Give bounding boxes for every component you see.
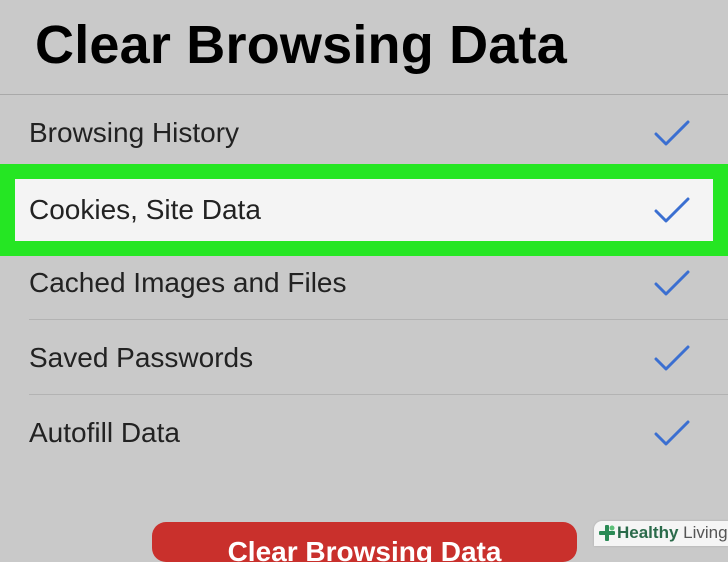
watermark-logo: Healthy Living <box>594 521 728 546</box>
check-icon <box>654 345 690 370</box>
option-label: Cookies, Site Data <box>29 194 261 225</box>
option-saved-passwords[interactable]: Saved Passwords <box>0 320 728 395</box>
option-label: Autofill Data <box>29 416 180 448</box>
option-label: Browsing History <box>29 116 240 148</box>
option-label: Cached Images and Files <box>29 266 347 298</box>
option-autofill-data[interactable]: Autofill Data <box>0 395 728 470</box>
page-title: Clear Browsing Data <box>35 15 567 75</box>
button-label: Clear Browsing Data <box>227 536 502 562</box>
option-label: Saved Passwords <box>29 341 254 373</box>
check-icon <box>654 270 690 295</box>
clear-browsing-data-button[interactable]: Clear Browsing Data <box>152 522 577 562</box>
option-cached-images-files[interactable]: Cached Images and Files <box>0 245 728 320</box>
option-cookies-site-data[interactable]: Cookies, Site Data <box>15 179 713 241</box>
check-icon <box>654 197 690 223</box>
watermark-text: Healthy Living <box>617 523 728 542</box>
check-icon <box>654 120 690 145</box>
check-icon <box>654 420 690 445</box>
highlight-frame: Cookies, Site Data <box>0 164 728 256</box>
option-browsing-history[interactable]: Browsing History <box>0 95 728 170</box>
plus-leaf-icon <box>599 525 615 541</box>
